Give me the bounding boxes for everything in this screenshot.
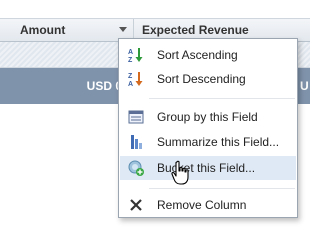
svg-text:Z: Z <box>128 57 133 63</box>
top-area <box>0 0 310 18</box>
menu-item-sort-ascending[interactable]: A Z Sort Ascending <box>120 43 296 67</box>
column-context-menu: A Z Sort Ascending Z A Sort Descending G… <box>118 38 298 218</box>
menu-item-summarize-field[interactable]: Summarize this Field... <box>120 130 296 154</box>
menu-item-label: Sort Descending <box>157 72 246 86</box>
chevron-down-icon[interactable] <box>119 27 127 32</box>
sort-za-icon: Z A <box>128 72 143 87</box>
svg-text:Z: Z <box>128 73 133 80</box>
total-expected-cell: U <box>300 79 309 93</box>
menu-item-label: Summarize this Field... <box>157 135 280 149</box>
menu-item-group-by-field[interactable]: Group by this Field <box>120 105 296 129</box>
menu-item-label: Remove Column <box>157 198 247 212</box>
sort-az-icon: A Z <box>128 48 143 63</box>
total-amount-cell: USD 0 <box>86 79 122 93</box>
menu-divider <box>149 188 295 189</box>
menu-divider <box>149 98 295 99</box>
column-header-amount[interactable]: Amount <box>0 19 134 43</box>
column-header-expected-revenue-label: Expected Revenue <box>142 23 249 37</box>
menu-item-bucket-field[interactable]: Bucket this Field... <box>120 156 296 180</box>
hand-pointer-cursor-icon <box>171 160 189 185</box>
group-icon <box>128 110 144 124</box>
column-header-amount-label: Amount <box>20 23 66 37</box>
close-icon <box>130 199 142 211</box>
menu-item-remove-column[interactable]: Remove Column <box>120 193 296 217</box>
summarize-icon <box>131 135 142 149</box>
menu-item-label: Sort Ascending <box>157 48 238 62</box>
bucket-icon <box>128 160 144 176</box>
menu-item-sort-descending[interactable]: Z A Sort Descending <box>120 67 296 91</box>
svg-text:A: A <box>128 49 133 56</box>
menu-item-label: Group by this Field <box>157 110 258 124</box>
svg-text:A: A <box>128 81 133 87</box>
